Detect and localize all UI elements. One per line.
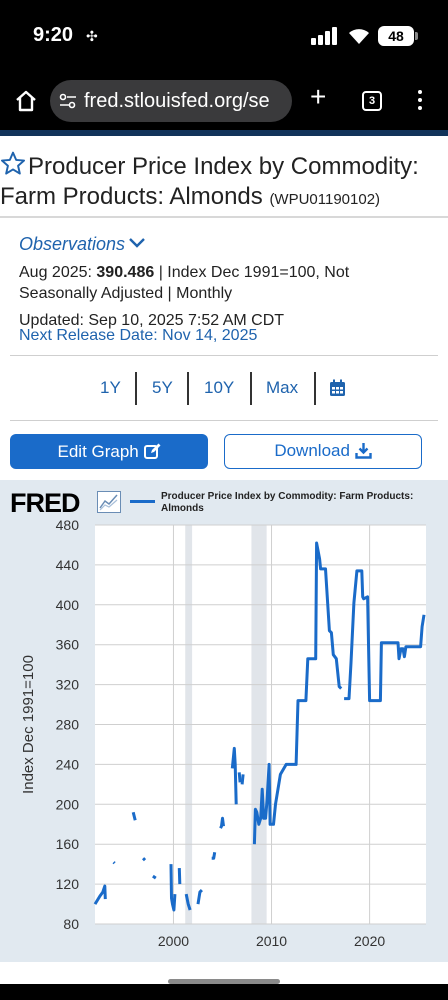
- edit-icon[interactable]: [143, 443, 161, 459]
- divider: [314, 372, 316, 405]
- obs-units: | Index Dec 1991=100, Not: [154, 264, 350, 281]
- header-stripe: [0, 130, 448, 136]
- chart-panel: FRED Producer Price Index by Commodity: …: [0, 480, 448, 962]
- observations-toggle[interactable]: Observations: [19, 234, 145, 255]
- download-button[interactable]: Download: [224, 434, 422, 469]
- series-line: [240, 774, 245, 785]
- range-10y-button[interactable]: 10Y: [204, 378, 234, 398]
- y-tick-label: 120: [56, 876, 80, 892]
- edit-graph-button[interactable]: Edit Graph: [10, 434, 208, 469]
- next-release-link[interactable]: Next Release Date: Nov 14, 2025: [19, 327, 257, 345]
- new-tab-button[interactable]: +: [310, 83, 326, 111]
- range-5y-button[interactable]: 5Y: [152, 378, 173, 398]
- divider: [0, 216, 448, 218]
- divider: [250, 372, 252, 405]
- download-icon[interactable]: [354, 442, 372, 459]
- line-chart: 80 120 160 200 240 280 320 360 400 440 480 2000 2010…: [20, 517, 426, 949]
- latest-observation: Aug 2025: 390.486 | Index Dec 1991=100, …: [19, 262, 439, 283]
- series-line: [177, 868, 182, 885]
- series-line: [112, 861, 116, 865]
- url-text[interactable]: fred.stlouisfed.org/se: [84, 90, 270, 113]
- x-tick-label: 2010: [256, 933, 287, 949]
- divider: [187, 372, 189, 405]
- status-bar: 9:20 ✣ 48: [0, 0, 448, 72]
- y-tick-label: 160: [56, 836, 80, 852]
- overflow-menu-icon[interactable]: [418, 90, 424, 114]
- address-bar[interactable]: fred.stlouisfed.org/se: [50, 80, 292, 122]
- y-tick-label: 200: [56, 796, 80, 812]
- series-line: [152, 874, 157, 880]
- range-max-button[interactable]: Max: [266, 378, 298, 398]
- range-1y-button[interactable]: 1Y: [100, 378, 121, 398]
- series-line: [237, 772, 242, 783]
- obs-date: Aug 2025:: [19, 264, 92, 281]
- battery-icon: 48: [378, 26, 418, 46]
- tab-switcher-button[interactable]: 3: [362, 91, 382, 111]
- web-page: Producer Price Index by Commodity: Farm …: [0, 130, 448, 984]
- divider: [10, 355, 438, 356]
- site-settings-icon[interactable]: [59, 93, 77, 109]
- divider: [10, 420, 438, 421]
- series-id: (WPU01190102): [269, 191, 381, 208]
- y-tick-label: 320: [56, 677, 80, 693]
- cellular-signal-icon: [311, 27, 341, 45]
- y-tick-label: 280: [56, 717, 80, 733]
- page-title: Producer Price Index by Commodity: Farm …: [0, 151, 448, 215]
- y-tick-label: 240: [56, 756, 80, 772]
- edit-graph-label[interactable]: Edit Graph: [58, 442, 139, 461]
- y-tick-label: 440: [56, 557, 80, 573]
- obs-units-line: Seasonally Adjusted | Monthly: [19, 285, 233, 302]
- y-tick-label: 80: [63, 916, 79, 932]
- browser-toolbar: fred.stlouisfed.org/se + 3: [0, 72, 448, 130]
- home-icon[interactable]: [14, 89, 38, 113]
- observations-label[interactable]: Observations: [19, 234, 125, 254]
- chevron-down-icon[interactable]: [129, 238, 145, 248]
- y-tick-label: 400: [56, 597, 80, 613]
- x-tick-label: 2000: [158, 933, 189, 949]
- activity-icon: ✣: [86, 28, 98, 44]
- favorite-star-icon[interactable]: [0, 151, 26, 176]
- divider: [135, 372, 137, 405]
- y-tick-label: 360: [56, 637, 80, 653]
- clock: 9:20: [33, 24, 74, 46]
- y-tick-label: 480: [56, 517, 80, 533]
- obs-value: 390.486: [96, 264, 155, 281]
- x-tick-label: 2020: [354, 933, 385, 949]
- y-axis-label: Index Dec 1991=100: [20, 655, 37, 794]
- calendar-icon[interactable]: [329, 379, 346, 397]
- home-indicator[interactable]: [168, 979, 280, 984]
- series-line: [131, 811, 137, 821]
- wifi-icon: [349, 29, 369, 44]
- download-label[interactable]: Download: [274, 441, 350, 460]
- series-line: [142, 857, 147, 862]
